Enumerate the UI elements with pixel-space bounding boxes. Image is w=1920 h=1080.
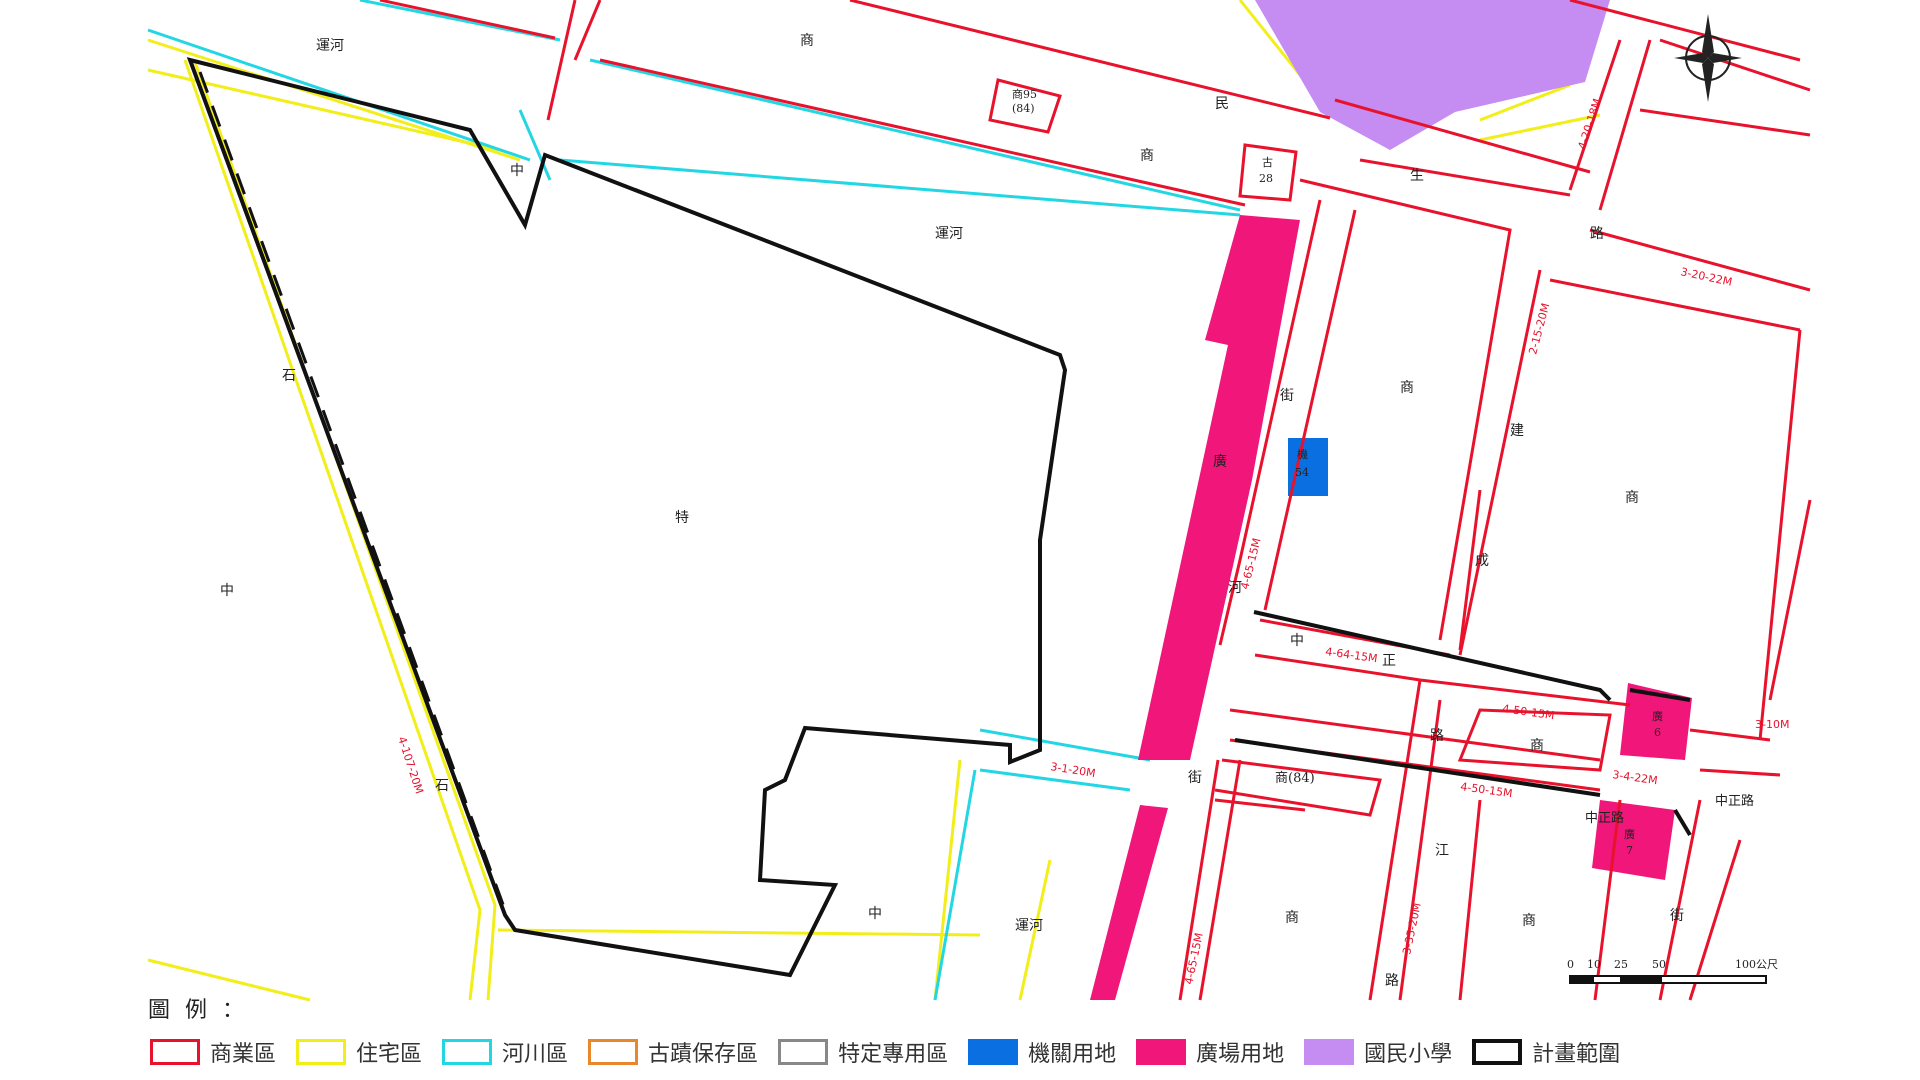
dashed-road xyxy=(198,71,507,911)
label-street-3: 街 xyxy=(1670,908,1684,924)
label-road-1: 路 xyxy=(1590,226,1604,242)
legend-title: 圖 例 ： xyxy=(148,998,248,1023)
label-zhong-4: 中 xyxy=(1290,633,1304,649)
label-guang: 廣 xyxy=(1213,453,1227,470)
scale-tick-25: 25 xyxy=(1614,958,1628,971)
legend-item-river: 河川區 xyxy=(442,1036,568,1068)
label-plaza-6-line2: 6 xyxy=(1654,726,1661,739)
label-shang-95-line1: 商95 xyxy=(1012,87,1037,101)
label-ji54-line2: 54 xyxy=(1295,466,1309,479)
legend-label-government: 機關用地 xyxy=(1028,1042,1117,1067)
plan-boundary-swatch-icon xyxy=(1472,1039,1523,1065)
legend-item-plaza: 廣場用地 xyxy=(1136,1036,1284,1068)
zoning-map: 運河 運河 運河 商 商 商 商 商 商 商 民 生 路 路 路 街 街 街 建… xyxy=(0,0,1920,1080)
label-min: 民 xyxy=(1215,96,1229,112)
road-code-7: 4-50-15M xyxy=(1502,702,1556,722)
legend-label-boundary: 計畫範圍 xyxy=(1532,1042,1621,1067)
label-zhong-2: 中 xyxy=(220,583,234,599)
label-shang-6: 商 xyxy=(1285,910,1299,926)
label-shang-5: 商 xyxy=(1530,738,1544,754)
government-land-swatch-icon xyxy=(968,1039,1019,1065)
label-cheng: 成 xyxy=(1475,553,1489,569)
legend-item-commercial: 商業區 xyxy=(150,1036,276,1068)
label-te: 特 xyxy=(675,510,689,526)
label-ji54-line1: 機 xyxy=(1297,447,1308,461)
elementary-school-swatch-icon xyxy=(1304,1039,1355,1065)
residential-zone-swatch-icon xyxy=(296,1039,347,1065)
plaza-land-swatch-icon xyxy=(1136,1039,1187,1065)
label-gu28: 古 28 xyxy=(1259,156,1277,185)
label-zhongzheng-1: 中正路 xyxy=(1585,810,1624,826)
legend-label-school: 國民小學 xyxy=(1364,1042,1453,1067)
label-zheng: 正 xyxy=(1382,653,1396,669)
label-canal-1: 運河 xyxy=(316,38,344,54)
road-code-11: 3-35-20M xyxy=(1400,902,1424,956)
label-jian: 建 xyxy=(1510,423,1524,439)
label-shang-1: 商 xyxy=(800,33,814,49)
label-shi-2: 石 xyxy=(435,778,449,794)
road-code-9: 3-1-20M xyxy=(1050,760,1097,780)
label-shang-95-line2: (84) xyxy=(1012,102,1035,115)
scale-bar: 0 10 25 50 100公尺 xyxy=(1567,958,1778,984)
legend-item-heritage: 古蹟保存區 xyxy=(588,1036,758,1068)
label-gu28-line2: 28 xyxy=(1259,172,1273,185)
river-zone-swatch-icon xyxy=(442,1039,493,1065)
legend: 商業區 住宅區 河川區 古蹟保存區 特定專用區 機關用地 廣場用地 國民小學 計… xyxy=(150,1034,1620,1070)
label-gu28-line1: 古 xyxy=(1262,156,1273,169)
label-street-1: 街 xyxy=(1280,388,1294,404)
legend-item-boundary: 計畫範圍 xyxy=(1472,1036,1620,1068)
label-shi-1: 石 xyxy=(282,368,296,384)
label-jiang: 江 xyxy=(1435,843,1449,859)
label-zhongzheng-2: 中正路 xyxy=(1715,793,1754,809)
scale-max-label: 100公尺 xyxy=(1735,958,1778,971)
road-code-2: 3-20-22M xyxy=(1679,265,1733,289)
road-code-13: 3-10M xyxy=(1755,718,1789,731)
road-code-10: 3-4-22M xyxy=(1612,768,1659,787)
legend-label-commercial: 商業區 xyxy=(210,1042,277,1067)
legend-label-heritage: 古蹟保存區 xyxy=(648,1042,759,1067)
label-shang-7: 商 xyxy=(1522,913,1536,929)
road-code-6: 4-64-15M xyxy=(1325,645,1379,665)
legend-label-residential: 住宅區 xyxy=(356,1042,423,1067)
legend-label-river: 河川區 xyxy=(502,1042,569,1067)
road-code-8: 4-50-15M xyxy=(1460,780,1514,800)
legend-item-residential: 住宅區 xyxy=(296,1036,422,1068)
map-canvas: 運河 運河 運河 商 商 商 商 商 商 商 民 生 路 路 路 街 街 街 建… xyxy=(147,0,1812,1002)
heritage-zone-swatch-icon xyxy=(588,1039,639,1065)
label-road-2: 路 xyxy=(1430,728,1444,744)
legend-item-government: 機關用地 xyxy=(968,1036,1116,1068)
river-lines xyxy=(147,0,1241,1001)
north-compass-icon xyxy=(1674,14,1742,102)
label-sheng: 生 xyxy=(1410,168,1424,184)
residential-lines xyxy=(147,0,1601,1002)
scale-tick-50: 50 xyxy=(1652,958,1666,971)
scale-tick-0: 0 xyxy=(1567,958,1574,971)
label-shang-84: 商(84) xyxy=(1275,771,1315,786)
legend-item-special: 特定專用區 xyxy=(778,1036,948,1068)
label-canal-3: 運河 xyxy=(1015,918,1043,934)
label-plaza-7-line2: 7 xyxy=(1626,844,1633,857)
legend-label-plaza: 廣場用地 xyxy=(1196,1042,1285,1067)
legend-label-special: 特定專用區 xyxy=(838,1042,949,1067)
label-road-3: 路 xyxy=(1385,973,1399,989)
label-zhong-1: 中 xyxy=(510,163,524,179)
label-plaza-6-line1: 廣 xyxy=(1652,709,1663,723)
label-zhong-3: 中 xyxy=(868,906,882,922)
road-code-1: 4-20-18M xyxy=(1575,97,1604,151)
label-shang-95: 商95 (84) xyxy=(1012,87,1041,115)
special-zone-swatch-icon xyxy=(778,1039,829,1065)
label-canal-2: 運河 xyxy=(935,226,963,242)
commercial-zone-swatch-icon xyxy=(150,1039,200,1065)
scale-tick-10: 10 xyxy=(1587,958,1601,971)
legend-item-school: 國民小學 xyxy=(1304,1036,1452,1068)
plan-boundary xyxy=(186,57,1692,978)
label-shang-2: 商 xyxy=(1140,148,1154,164)
label-street-2: 街 xyxy=(1188,770,1202,786)
label-shang-3: 商 xyxy=(1400,380,1414,396)
label-plaza-7-line1: 廣 xyxy=(1624,827,1635,841)
label-shang-4: 商 xyxy=(1625,490,1639,506)
plaza-areas xyxy=(1090,215,1692,1000)
